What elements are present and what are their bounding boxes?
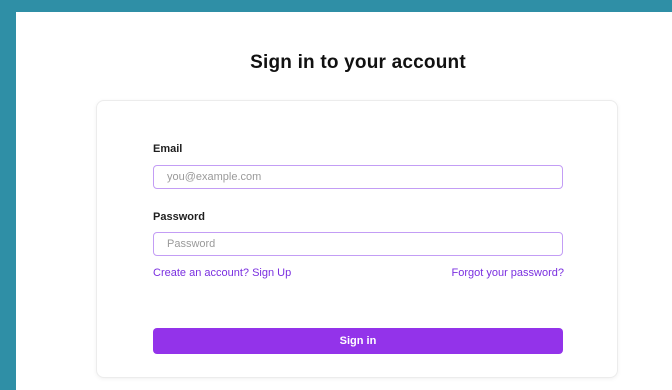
sign-in-button[interactable]: Sign in xyxy=(153,328,563,354)
email-label: Email xyxy=(153,143,183,155)
login-card: Email Password Create an account? Sign U… xyxy=(96,100,618,378)
page-title: Sign in to your account xyxy=(250,52,466,73)
sign-up-link[interactable]: Create an account? Sign Up xyxy=(153,267,291,279)
login-page: Sign in to your account Email Password C… xyxy=(16,12,672,390)
password-label: Password xyxy=(153,211,205,223)
forgot-password-link[interactable]: Forgot your password? xyxy=(452,267,565,279)
email-field[interactable] xyxy=(153,165,563,189)
password-field[interactable] xyxy=(153,232,563,256)
